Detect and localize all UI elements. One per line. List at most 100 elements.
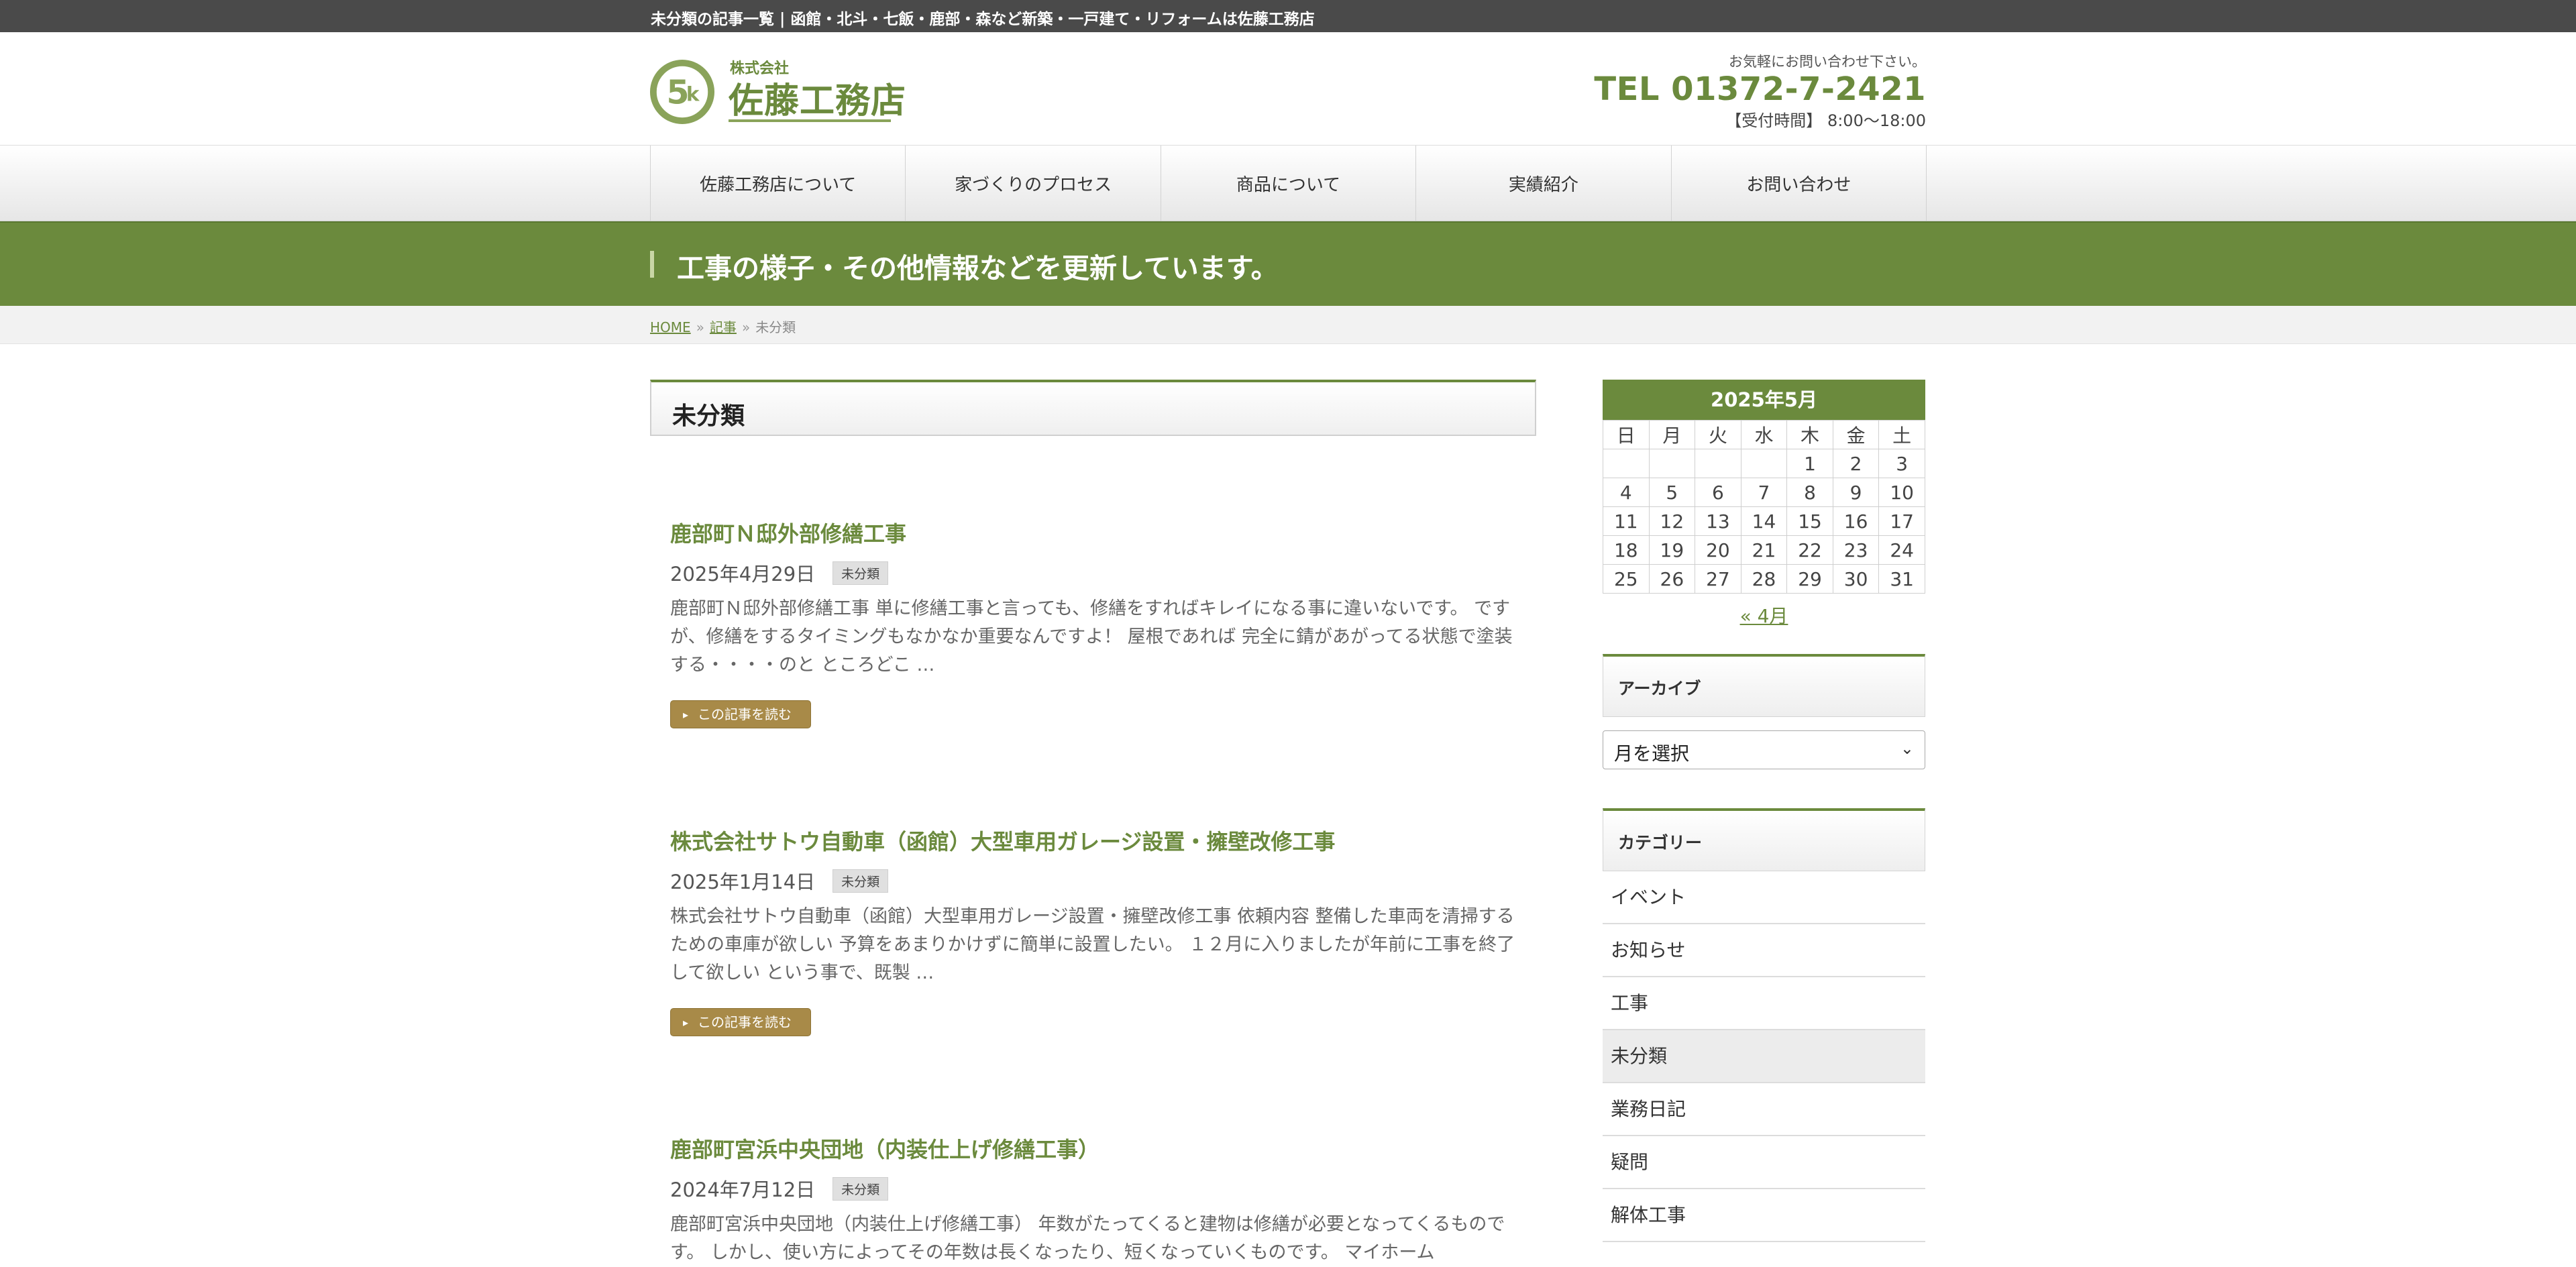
- calendar-weekday: 木: [1786, 420, 1833, 449]
- breadcrumb-separator: »: [696, 319, 704, 335]
- calendar-day: 16: [1832, 506, 1880, 536]
- post-title-link[interactable]: 株式会社サトウ自動車（函館）大型車用ガレージ設置・擁壁改修工事: [670, 825, 1515, 856]
- calendar-day: 21: [1740, 535, 1788, 565]
- calendar-day: 9: [1832, 478, 1880, 507]
- calendar-day: 28: [1740, 564, 1788, 594]
- read-more-label: この記事を読む: [698, 1014, 792, 1030]
- post-excerpt: 株式会社サトウ自動車（函館）大型車用ガレージ設置・擁壁改修工事 依頼内容 整備し…: [670, 906, 1515, 983]
- category-item-news[interactable]: お知らせ: [1603, 924, 1925, 977]
- calendar-prev: « 4月: [1603, 602, 1925, 628]
- triangle-right-icon: ▸: [683, 708, 689, 721]
- nav-item-contact[interactable]: お問い合わせ: [1672, 146, 1927, 221]
- calendar-day: 1: [1786, 449, 1833, 478]
- category-item-event[interactable]: イベント: [1603, 871, 1925, 924]
- calendar-day: 24: [1878, 535, 1925, 565]
- read-more-button[interactable]: ▸ この記事を読む: [670, 1008, 811, 1036]
- calendar-day: 22: [1786, 535, 1833, 565]
- phone-number[interactable]: TEL 01372-7-2421: [1594, 71, 1926, 107]
- calendar-day: 4: [1603, 478, 1650, 507]
- read-more-label: この記事を読む: [698, 706, 792, 722]
- post-date: 2025年4月29日: [670, 563, 816, 586]
- category-item-construction[interactable]: 工事: [1603, 977, 1925, 1030]
- calendar-day: 19: [1648, 535, 1696, 565]
- calendar-day: 26: [1648, 564, 1696, 594]
- calendar-day: 13: [1695, 506, 1741, 536]
- calendar-day: 12: [1648, 506, 1696, 536]
- post-item: 鹿部町Ｎ邸外部修繕工事 2025年4月29日 未分類 鹿部町Ｎ邸外部修繕工事 単…: [670, 517, 1515, 679]
- post-date: 2024年7月12日: [670, 1178, 816, 1201]
- global-nav: 佐藤工務店について 家づくりのプロセス 商品について 実績紹介 お問い合わせ: [0, 145, 2576, 221]
- calendar-day: 15: [1786, 506, 1833, 536]
- category-item-work-diary[interactable]: 業務日記: [1603, 1083, 1925, 1136]
- archive-month-select[interactable]: 月を選択 ⌄: [1603, 730, 1925, 769]
- post-item: 株式会社サトウ自動車（函館）大型車用ガレージ設置・擁壁改修工事 2025年1月1…: [670, 825, 1515, 987]
- post-title-link[interactable]: 鹿部町宮浜中央団地（内装仕上げ修繕工事）: [670, 1133, 1515, 1164]
- calendar-weekday: 月: [1648, 420, 1696, 449]
- category-item-demolition[interactable]: 解体工事: [1603, 1189, 1925, 1242]
- post-excerpt: 鹿部町Ｎ邸外部修繕工事 単に修繕工事と言っても、修繕をすればキレイになる事に違い…: [670, 598, 1513, 675]
- banner-accent-bar: [650, 251, 654, 278]
- category-item-uncategorized[interactable]: 未分類: [1603, 1030, 1925, 1083]
- nav-item-products[interactable]: 商品について: [1161, 146, 1417, 221]
- category-widget-title: カテゴリー: [1618, 833, 1703, 852]
- calendar-day: 31: [1878, 564, 1925, 594]
- calendar-weekday: 水: [1740, 420, 1788, 449]
- category-widget-header: カテゴリー: [1603, 808, 1925, 871]
- calendar-day: 25: [1603, 564, 1650, 594]
- site-tagline: 未分類の記事一覧 | 函館・北斗・七飯・鹿部・森など新築・一戸建て・リフォームは…: [651, 10, 1315, 28]
- calendar-title: 2025年5月: [1603, 380, 1925, 420]
- category-badge[interactable]: 未分類: [833, 869, 889, 893]
- nav-item-process[interactable]: 家づくりのプロセス: [906, 146, 1161, 221]
- read-more-button[interactable]: ▸ この記事を読む: [670, 700, 811, 728]
- logo-underline: [729, 119, 891, 122]
- archive-select-value: 月を選択: [1614, 742, 1690, 765]
- breadcrumb-posts-link[interactable]: 記事: [710, 319, 737, 335]
- banner-heading: 工事の様子・その他情報などを更新しています。: [677, 252, 1279, 284]
- category-badge[interactable]: 未分類: [833, 1176, 889, 1201]
- calendar-weekday: 火: [1695, 420, 1741, 449]
- post-date: 2025年1月14日: [670, 871, 816, 893]
- calendar-day: 7: [1740, 478, 1788, 507]
- site-logo[interactable]: 5 k 株式会社 佐藤工務店: [649, 55, 918, 129]
- sidebar: 2025年5月 日 月 火 水 木 金 土 1 2 3 4 5 6 7 8 9 …: [1603, 380, 1925, 1242]
- post-title-link[interactable]: 鹿部町Ｎ邸外部修繕工事: [670, 517, 1515, 548]
- calendar-day: 20: [1695, 535, 1741, 565]
- category-item-questions[interactable]: 疑問: [1603, 1136, 1925, 1189]
- logo-mark-icon: 5 k: [649, 59, 715, 125]
- nav-item-about[interactable]: 佐藤工務店について: [651, 146, 906, 221]
- calendar-day: 8: [1786, 478, 1833, 507]
- site-header: 5 k 株式会社 佐藤工務店 お気軽にお問い合わせ下さい。 TEL 01372-…: [0, 32, 2576, 145]
- page-banner: 工事の様子・その他情報などを更新しています。: [0, 221, 2576, 306]
- post-meta: 2025年1月14日 未分類: [670, 867, 1515, 895]
- calendar-day: 5: [1648, 478, 1696, 507]
- calendar-day: 18: [1603, 535, 1650, 565]
- breadcrumb-home-link[interactable]: HOME: [650, 319, 691, 335]
- calendar-day: 11: [1603, 506, 1650, 536]
- post-excerpt: 鹿部町宮浜中央団地（内装仕上げ修繕工事） 年数がたってくると建物は修繕が必要とな…: [670, 1214, 1505, 1263]
- calendar-day: [1695, 449, 1741, 478]
- calendar-weekday: 土: [1878, 420, 1925, 449]
- breadcrumb-separator: »: [741, 319, 751, 335]
- archive-widget-header: アーカイブ: [1603, 654, 1925, 717]
- nav-item-works[interactable]: 実績紹介: [1416, 146, 1672, 221]
- svg-text:k: k: [686, 83, 700, 106]
- calendar-weekday: 金: [1832, 420, 1880, 449]
- calendar-day: 30: [1832, 564, 1880, 594]
- post-meta: 2025年4月29日 未分類: [670, 559, 1515, 587]
- chevron-down-icon: ⌄: [1900, 739, 1914, 758]
- main-content: 未分類 鹿部町Ｎ邸外部修繕工事 2025年4月29日 未分類 鹿部町Ｎ邸外部修繕…: [650, 380, 1536, 1263]
- business-hours: 【受付時間】 8:00〜18:00: [1725, 111, 1926, 130]
- calendar-day: 6: [1695, 478, 1741, 507]
- top-bar: 未分類の記事一覧 | 函館・北斗・七飯・鹿部・森など新築・一戸建て・リフォームは…: [0, 0, 2576, 32]
- contact-block: お気軽にお問い合わせ下さい。 TEL 01372-7-2421 【受付時間】 8…: [1594, 51, 1926, 131]
- post-item: 鹿部町宮浜中央団地（内装仕上げ修繕工事） 2024年7月12日 未分類 鹿部町宮…: [670, 1133, 1515, 1267]
- calendar-day: 2: [1832, 449, 1880, 478]
- calendar-day: 10: [1878, 478, 1925, 507]
- calendar-day: [1740, 449, 1788, 478]
- calendar-day: 14: [1740, 506, 1788, 536]
- category-badge[interactable]: 未分類: [833, 561, 889, 585]
- calendar-day: 27: [1695, 564, 1741, 594]
- logo-company-name: 佐藤工務店: [729, 81, 907, 121]
- calendar-prev-month-link[interactable]: « 4月: [1740, 605, 1788, 627]
- category-list: イベント お知らせ 工事 未分類 業務日記 疑問 解体工事: [1603, 871, 1925, 1242]
